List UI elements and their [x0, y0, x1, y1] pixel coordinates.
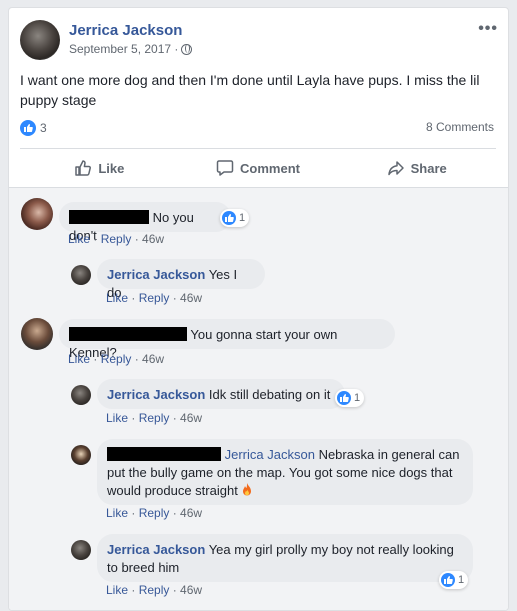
comment-bubble: You gonna start your own Kennel?	[59, 319, 395, 360]
globe-icon[interactable]	[181, 43, 193, 55]
like-reaction-icon	[222, 211, 236, 225]
reply-author-name[interactable]: Jerrica Jackson	[107, 267, 205, 282]
like-reaction-icon	[337, 391, 351, 405]
reply-author-avatar[interactable]	[71, 445, 91, 465]
redacted-name	[69, 327, 187, 341]
reply-author-name[interactable]: Jerrica Jackson	[107, 387, 205, 402]
post-author-avatar[interactable]	[20, 20, 60, 60]
comment-reply-link[interactable]: Reply	[101, 232, 132, 246]
comments-count-link[interactable]: 8 Comments	[426, 120, 494, 134]
post-card: Jerrica Jackson September 5, 2017 · ••• …	[8, 7, 509, 611]
share-label: Share	[410, 160, 447, 176]
like-reaction-icon	[20, 120, 36, 136]
reply-reaction-count: 1	[458, 574, 465, 586]
post-actions-bar: Like Comment Share	[20, 150, 496, 186]
reply-bubble: Jerrica Jackson Idk still debating on it	[97, 379, 345, 409]
like-button[interactable]: Like	[20, 150, 179, 186]
comment-reaction-count: 1	[239, 212, 246, 224]
redacted-name	[69, 210, 149, 224]
like-label: Like	[98, 160, 125, 176]
reply-bubble: Jerrica Jackson Yea my girl prolly my bo…	[97, 534, 473, 582]
like-reaction-icon	[441, 573, 455, 587]
reply-age[interactable]: 46w	[180, 411, 202, 425]
redacted-name	[107, 447, 221, 461]
reply-like-link[interactable]: Like	[106, 583, 128, 597]
reply-bubble: Jerrica Jackson Yes I do	[97, 259, 265, 300]
reply-age[interactable]: 46w	[180, 291, 202, 305]
comment-icon	[216, 160, 234, 176]
reply-reaction-pill[interactable]: 1	[335, 389, 365, 407]
comment-age[interactable]: 46w	[142, 232, 164, 246]
comment-meta: Like · Reply · 46w	[68, 352, 165, 366]
comment-label: Comment	[240, 160, 300, 176]
reaction-count: 3	[40, 121, 47, 135]
reply-reply-link[interactable]: Reply	[139, 411, 170, 425]
post-text: I want one more dog and then I'm done un…	[20, 72, 480, 108]
post-author-name[interactable]: Jerrica Jackson	[69, 22, 182, 39]
reply-like-link[interactable]: Like	[106, 506, 128, 520]
comment-age[interactable]: 46w	[142, 352, 164, 366]
reply-reply-link[interactable]: Reply	[139, 506, 170, 520]
reply-like-link[interactable]: Like	[106, 291, 128, 305]
reply-age[interactable]: 46w	[180, 506, 202, 520]
reply-reaction-pill[interactable]: 1	[439, 571, 469, 589]
divider	[20, 148, 496, 149]
share-button[interactable]: Share	[337, 150, 496, 186]
reply-reaction-count: 1	[354, 392, 361, 404]
more-options-icon[interactable]: •••	[478, 20, 498, 38]
reply-author-avatar[interactable]	[71, 540, 91, 560]
reaction-summary[interactable]: 3	[20, 120, 47, 136]
mentioned-user[interactable]: Jerrica Jackson	[225, 447, 315, 462]
comment-like-link[interactable]: Like	[68, 232, 90, 246]
reply-meta: Like · Reply · 46w	[106, 506, 203, 520]
post-meta: September 5, 2017 ·	[69, 42, 193, 56]
reply-meta: Like · Reply · 46w	[106, 411, 203, 425]
comment-meta: Like · Reply · 46w	[68, 232, 165, 246]
fire-emoji-icon	[243, 483, 252, 496]
reply-author-name[interactable]: Jerrica Jackson	[107, 542, 205, 557]
comment-reply-link[interactable]: Reply	[101, 352, 132, 366]
reply-meta: Like · Reply · 46w	[106, 291, 203, 305]
reply-bubble: Jerrica Jackson Nebraska in general can …	[97, 439, 473, 505]
comment-button[interactable]: Comment	[179, 150, 338, 186]
reply-author-avatar[interactable]	[71, 385, 91, 405]
thumbs-up-icon	[75, 160, 92, 176]
share-icon	[387, 161, 404, 176]
reply-meta: Like · Reply · 46w	[106, 583, 203, 597]
commenter-avatar[interactable]	[21, 198, 53, 230]
commenter-avatar[interactable]	[21, 318, 53, 350]
reply-author-avatar[interactable]	[71, 265, 91, 285]
post-date[interactable]: September 5, 2017 ·	[69, 42, 178, 56]
reply-age[interactable]: 46w	[180, 583, 202, 597]
reply-text: Idk still debating on it	[208, 387, 331, 402]
comment-bubble: No you don't	[59, 202, 231, 243]
comment-reaction-pill[interactable]: 1	[220, 209, 250, 227]
comment-like-link[interactable]: Like	[68, 352, 90, 366]
reply-reply-link[interactable]: Reply	[139, 583, 170, 597]
reply-like-link[interactable]: Like	[106, 411, 128, 425]
reply-reply-link[interactable]: Reply	[139, 291, 170, 305]
